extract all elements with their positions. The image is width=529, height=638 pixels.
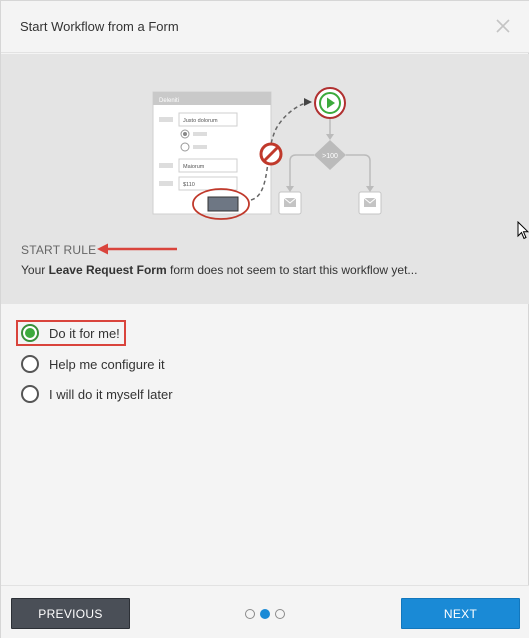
form-mockup-field-3: $110	[183, 182, 195, 188]
page-indicator	[245, 609, 285, 619]
previous-button[interactable]: PREVIOUS	[11, 598, 130, 629]
no-entry-icon	[259, 142, 283, 166]
radio-button[interactable]	[21, 385, 39, 403]
start-play-icon	[314, 87, 346, 119]
form-mockup-title: Deleniti	[159, 98, 179, 104]
email-icon	[278, 191, 302, 215]
start-rule-message: Your Leave Request Form form does not se…	[21, 263, 417, 277]
form-name: Leave Request Form	[48, 263, 167, 277]
option-do-it-for-me[interactable]: Do it for me!	[16, 320, 126, 346]
start-rule-label: START RULE	[21, 243, 97, 257]
dialog-footer: PREVIOUS NEXT	[1, 585, 529, 638]
option-label: I will do it myself later	[49, 386, 173, 402]
start-workflow-dialog: Start Workflow from a Form Deleniti Just…	[0, 0, 529, 638]
option-label: Do it for me!	[49, 325, 120, 341]
dialog-header: Start Workflow from a Form	[1, 1, 529, 53]
email-icon	[358, 191, 382, 215]
arrow-left-icon	[97, 243, 177, 255]
illustration-panel: Deleniti Justo dolorum Maiorum $110 >100…	[1, 54, 529, 304]
option-do-it-later[interactable]: I will do it myself later	[21, 383, 173, 405]
radio-button-selected[interactable]	[21, 324, 39, 342]
dialog-title: Start Workflow from a Form	[20, 19, 179, 34]
option-label: Help me configure it	[49, 356, 165, 372]
radio-button[interactable]	[21, 355, 39, 373]
page-dot-active[interactable]	[260, 609, 270, 619]
condition-label: >100	[322, 153, 338, 160]
mouse-cursor-icon	[517, 221, 529, 240]
page-dot[interactable]	[245, 609, 255, 619]
message-prefix: Your	[21, 263, 46, 277]
next-button[interactable]: NEXT	[401, 598, 520, 629]
page-dot[interactable]	[275, 609, 285, 619]
close-icon[interactable]	[495, 18, 511, 34]
condition-diamond: >100	[314, 140, 346, 170]
message-suffix: form does not seem to start this workflo…	[169, 263, 418, 277]
option-help-configure[interactable]: Help me configure it	[21, 353, 165, 375]
form-mockup-field-2: Maiorum	[183, 164, 205, 170]
form-mockup-field-1: Justo dolorum	[183, 118, 218, 124]
